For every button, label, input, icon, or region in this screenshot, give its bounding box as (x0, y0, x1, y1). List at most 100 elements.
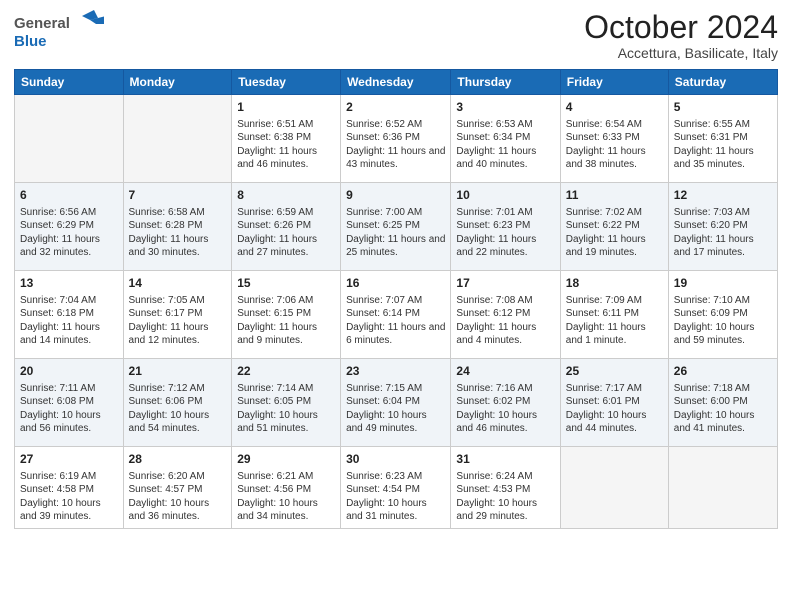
table-row: 14 Sunrise: 7:05 AMSunset: 6:17 PMDayligh… (123, 271, 232, 359)
cell-info: Sunrise: 7:11 AMSunset: 6:08 PMDaylight:… (20, 382, 118, 436)
day-number: 21 (129, 363, 227, 380)
cell-info: Sunrise: 6:56 AMSunset: 6:29 PMDaylight:… (20, 206, 118, 260)
table-row: 11Sunrise: 7:02 AMSunset: 6:22 PMDayligh… (560, 183, 668, 271)
cell-info: Sunrise: 7:05 AMSunset: 6:17 PMDaylight:… (129, 294, 227, 348)
cell-info: Sunrise: 7:07 AMSunset: 6:14 PMDaylight:… (346, 294, 445, 348)
table-row: 19 Sunrise: 7:10 AMSunset: 6:09 PMDayligh… (668, 271, 777, 359)
day-number: 27 (20, 451, 118, 468)
cell-info: Sunrise: 6:52 AMSunset: 6:36 PMDaylight:… (346, 118, 445, 172)
cell-info: Sunrise: 7:04 AMSunset: 6:18 PMDaylight:… (20, 294, 118, 348)
table-row: 1 Sunrise: 6:51 AMSunset: 6:38 PMDaylight… (232, 95, 341, 183)
title-block: October 2024 Accettura, Basilicate, Ital… (584, 10, 778, 61)
day-number: 4 (566, 99, 663, 116)
table-row: 12 Sunrise: 7:03 AMSunset: 6:20 PMDayligh… (668, 183, 777, 271)
month-title: October 2024 (584, 10, 778, 45)
day-number: 22 (237, 363, 335, 380)
day-number: 3 (456, 99, 554, 116)
cell-info: Sunrise: 7:16 AMSunset: 6:02 PMDaylight:… (456, 382, 554, 436)
day-number: 9 (346, 187, 445, 204)
cell-info: Sunrise: 7:01 AMSunset: 6:23 PMDaylight:… (456, 206, 554, 260)
day-number: 7 (129, 187, 227, 204)
day-number: 28 (129, 451, 227, 468)
calendar-week-row: 1 Sunrise: 6:51 AMSunset: 6:38 PMDaylight… (15, 95, 778, 183)
calendar-week-row: 6 Sunrise: 6:56 AMSunset: 6:29 PMDaylight… (15, 183, 778, 271)
table-row: 26 Sunrise: 7:18 AMSunset: 6:00 PMDayligh… (668, 359, 777, 447)
table-row: 2 Sunrise: 6:52 AMSunset: 6:36 PMDaylight… (341, 95, 451, 183)
day-number: 19 (674, 275, 772, 292)
table-row: 27 Sunrise: 6:19 AMSunset: 4:58 PMDayligh… (15, 447, 124, 529)
day-number: 20 (20, 363, 118, 380)
day-number: 30 (346, 451, 445, 468)
cell-info: Sunrise: 6:24 AMSunset: 4:53 PMDaylight:… (456, 470, 554, 524)
table-row: 23 Sunrise: 7:15 AMSunset: 6:04 PMDayligh… (341, 359, 451, 447)
cell-info: Sunrise: 7:06 AMSunset: 6:15 PMDaylight:… (237, 294, 335, 348)
cell-info: Sunrise: 6:58 AMSunset: 6:28 PMDaylight:… (129, 206, 227, 260)
day-number: 31 (456, 451, 554, 468)
table-row: 25Sunrise: 7:17 AMSunset: 6:01 PMDayligh… (560, 359, 668, 447)
table-row: 6 Sunrise: 6:56 AMSunset: 6:29 PMDaylight… (15, 183, 124, 271)
day-number: 17 (456, 275, 554, 292)
calendar-week-row: 27 Sunrise: 6:19 AMSunset: 4:58 PMDayligh… (15, 447, 778, 529)
table-row (668, 447, 777, 529)
col-friday: Friday (560, 70, 668, 95)
table-row: 29Sunrise: 6:21 AMSunset: 4:56 PMDayligh… (232, 447, 341, 529)
table-row: 4 Sunrise: 6:54 AMSunset: 6:33 PMDaylight… (560, 95, 668, 183)
table-row: 10 Sunrise: 7:01 AMSunset: 6:23 PMDayligh… (451, 183, 560, 271)
day-number: 8 (237, 187, 335, 204)
day-number: 16 (346, 275, 445, 292)
table-row: 9 Sunrise: 7:00 AMSunset: 6:25 PMDaylight… (341, 183, 451, 271)
table-row: 17 Sunrise: 7:08 AMSunset: 6:12 PMDayligh… (451, 271, 560, 359)
svg-text:General: General (14, 15, 70, 32)
page: General Blue October 2024 Accettura, Bas… (0, 0, 792, 612)
day-number: 1 (237, 99, 335, 116)
day-number: 11 (566, 187, 663, 204)
calendar-table: Sunday Monday Tuesday Wednesday Thursday… (14, 69, 778, 529)
table-row: 22 Sunrise: 7:14 AMSunset: 6:05 PMDayligh… (232, 359, 341, 447)
day-number: 26 (674, 363, 772, 380)
cell-info: Sunrise: 7:14 AMSunset: 6:05 PMDaylight:… (237, 382, 335, 436)
day-number: 10 (456, 187, 554, 204)
calendar-week-row: 13 Sunrise: 7:04 AMSunset: 6:18 PMDayligh… (15, 271, 778, 359)
day-number: 12 (674, 187, 772, 204)
calendar-header-row: Sunday Monday Tuesday Wednesday Thursday… (15, 70, 778, 95)
table-row (123, 95, 232, 183)
day-number: 5 (674, 99, 772, 116)
cell-info: Sunrise: 7:12 AMSunset: 6:06 PMDaylight:… (129, 382, 227, 436)
cell-info: Sunrise: 7:03 AMSunset: 6:20 PMDaylight:… (674, 206, 772, 260)
cell-info: Sunrise: 7:15 AMSunset: 6:04 PMDaylight:… (346, 382, 445, 436)
table-row: 20 Sunrise: 7:11 AMSunset: 6:08 PMDayligh… (15, 359, 124, 447)
cell-info: Sunrise: 7:10 AMSunset: 6:09 PMDaylight:… (674, 294, 772, 348)
day-number: 2 (346, 99, 445, 116)
day-number: 13 (20, 275, 118, 292)
day-number: 14 (129, 275, 227, 292)
day-number: 6 (20, 187, 118, 204)
cell-info: Sunrise: 7:18 AMSunset: 6:00 PMDaylight:… (674, 382, 772, 436)
cell-info: Sunrise: 6:51 AMSunset: 6:38 PMDaylight:… (237, 118, 335, 172)
col-monday: Monday (123, 70, 232, 95)
table-row: 7 Sunrise: 6:58 AMSunset: 6:28 PMDaylight… (123, 183, 232, 271)
cell-info: Sunrise: 7:00 AMSunset: 6:25 PMDaylight:… (346, 206, 445, 260)
table-row: 16 Sunrise: 7:07 AMSunset: 6:14 PMDayligh… (341, 271, 451, 359)
table-row: 18Sunrise: 7:09 AMSunset: 6:11 PMDayligh… (560, 271, 668, 359)
cell-info: Sunrise: 7:17 AMSunset: 6:01 PMDaylight:… (566, 382, 663, 436)
cell-info: Sunrise: 6:54 AMSunset: 6:33 PMDaylight:… (566, 118, 663, 172)
col-wednesday: Wednesday (341, 70, 451, 95)
cell-info: Sunrise: 6:19 AMSunset: 4:58 PMDaylight:… (20, 470, 118, 524)
location: Accettura, Basilicate, Italy (584, 45, 778, 61)
table-row (560, 447, 668, 529)
cell-info: Sunrise: 6:55 AMSunset: 6:31 PMDaylight:… (674, 118, 772, 172)
cell-info: Sunrise: 6:23 AMSunset: 4:54 PMDaylight:… (346, 470, 445, 524)
col-thursday: Thursday (451, 70, 560, 95)
table-row: 21 Sunrise: 7:12 AMSunset: 6:06 PMDayligh… (123, 359, 232, 447)
col-tuesday: Tuesday (232, 70, 341, 95)
cell-info: Sunrise: 6:53 AMSunset: 6:34 PMDaylight:… (456, 118, 554, 172)
table-row: 3 Sunrise: 6:53 AMSunset: 6:34 PMDaylight… (451, 95, 560, 183)
day-number: 24 (456, 363, 554, 380)
table-row: 13 Sunrise: 7:04 AMSunset: 6:18 PMDayligh… (15, 271, 124, 359)
table-row (15, 95, 124, 183)
table-row: 30 Sunrise: 6:23 AMSunset: 4:54 PMDayligh… (341, 447, 451, 529)
table-row: 28 Sunrise: 6:20 AMSunset: 4:57 PMDayligh… (123, 447, 232, 529)
cell-info: Sunrise: 7:08 AMSunset: 6:12 PMDaylight:… (456, 294, 554, 348)
day-number: 23 (346, 363, 445, 380)
cell-info: Sunrise: 6:20 AMSunset: 4:57 PMDaylight:… (129, 470, 227, 524)
